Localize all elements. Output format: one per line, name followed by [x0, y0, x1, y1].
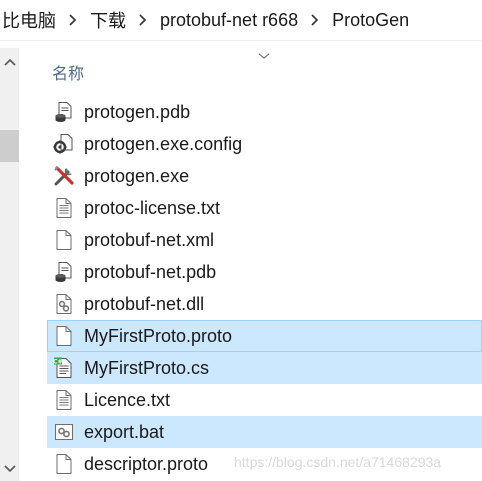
scroll-up-icon[interactable]	[0, 52, 19, 72]
file-row[interactable]: protoc-license.txt	[47, 192, 482, 224]
csharp-file-icon: C#	[53, 357, 75, 379]
file-row[interactable]: protogen.exe.config	[47, 128, 482, 160]
breadcrumb-item-protobuf-net[interactable]: protobuf-net r668	[158, 10, 300, 31]
chevron-right-icon[interactable]	[64, 12, 82, 28]
dll-file-icon	[53, 293, 75, 315]
bat-file-icon	[53, 421, 75, 443]
file-row[interactable]: protobuf-net.dll	[47, 288, 482, 320]
file-name: export.bat	[84, 422, 165, 442]
blank-file-icon	[53, 325, 75, 347]
scrollbar-thumb[interactable]	[0, 130, 19, 162]
file-name: MyFirstProto.proto	[84, 326, 233, 346]
blank-file-icon	[53, 453, 75, 475]
file-row[interactable]: protogen.pdb	[47, 96, 482, 128]
text-file-icon	[53, 197, 75, 219]
breadcrumb: 比电脑 下载 protobuf-net r668 ProtoGen	[0, 0, 482, 41]
file-row[interactable]: export.bat	[47, 416, 482, 448]
chevron-right-icon[interactable]	[306, 12, 324, 28]
breadcrumb-item-downloads[interactable]: 下载	[88, 7, 128, 33]
file-list: protogen.pdb protogen.exe.config protogen.…	[47, 96, 482, 480]
sort-indicator-icon	[257, 48, 271, 59]
file-row[interactable]: C# MyFirstProto.cs	[47, 352, 482, 384]
file-row[interactable]: protogen.exe	[47, 160, 482, 192]
pdb-file-icon	[53, 101, 75, 123]
file-name: descriptor.proto	[84, 454, 209, 474]
file-row[interactable]: protobuf-net.xml	[47, 224, 482, 256]
file-name: protogen.pdb	[84, 102, 191, 122]
config-file-icon	[53, 133, 75, 155]
exe-tools-icon	[53, 165, 75, 187]
file-name: protoc-license.txt	[84, 198, 221, 218]
file-row[interactable]: MyFirstProto.proto	[47, 320, 482, 352]
svg-text:C#: C#	[53, 357, 63, 365]
blank-file-icon	[53, 229, 75, 251]
file-row[interactable]: Licence.txt	[47, 384, 482, 416]
file-name: MyFirstProto.cs	[84, 358, 210, 378]
file-name: protogen.exe	[84, 166, 190, 186]
file-row[interactable]: protobuf-net.pdb	[47, 256, 482, 288]
text-file-icon	[53, 389, 75, 411]
watermark: https://blog.csdn.net/a71468293a	[234, 454, 442, 470]
scroll-down-icon[interactable]	[0, 459, 19, 479]
breadcrumb-item-protogen[interactable]: ProtoGen	[330, 10, 411, 31]
column-header-name[interactable]: 名称	[52, 60, 84, 84]
file-name: protobuf-net.pdb	[84, 262, 217, 282]
breadcrumb-item-this-pc[interactable]: 比电脑	[0, 7, 58, 33]
file-name: protogen.exe.config	[84, 134, 243, 154]
file-name: protobuf-net.xml	[84, 230, 215, 250]
chevron-right-icon[interactable]	[134, 12, 152, 28]
file-name: Licence.txt	[84, 390, 171, 410]
nav-pane-scrollbar[interactable]	[0, 48, 19, 481]
pdb-file-icon	[53, 261, 75, 283]
file-name: protobuf-net.dll	[84, 294, 205, 314]
